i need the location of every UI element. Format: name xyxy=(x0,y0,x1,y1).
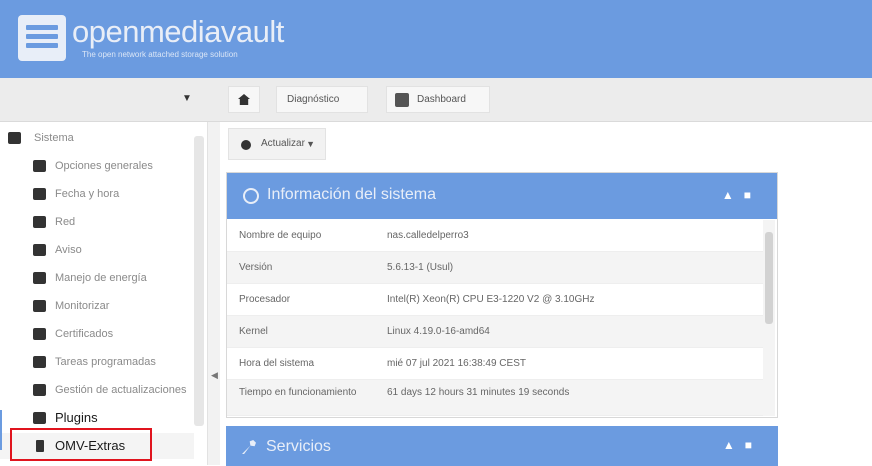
logo-tagline: The open network attached storage soluti… xyxy=(82,50,238,59)
sidebar-item-label: Sistema xyxy=(34,132,74,144)
sidebar-item-red[interactable]: Red xyxy=(0,209,194,235)
selection-indicator xyxy=(0,410,2,450)
breadcrumb-dashboard[interactable]: Dashboard xyxy=(386,86,490,113)
refresh-icon xyxy=(241,140,251,150)
sidebar-item-label: Opciones generales xyxy=(55,160,153,172)
sidebar-splitter[interactable] xyxy=(208,122,220,465)
sidebar-item-label: Fecha y hora xyxy=(55,188,120,200)
breadcrumb-diagnostico[interactable]: Diagnóstico xyxy=(276,86,368,113)
sidebar-item-aviso[interactable]: Aviso xyxy=(0,237,194,263)
battery-icon xyxy=(33,272,46,284)
panel-tools[interactable]: ▲■ xyxy=(722,188,761,202)
breadcrumb-dashboard-label: Dashboard xyxy=(417,94,466,105)
table-row: Hora del sistema mié 07 jul 2021 16:38:4… xyxy=(227,348,763,380)
sidebar-item-label: Red xyxy=(55,216,76,228)
row-value: nas.calledelperro3 xyxy=(387,230,469,241)
table-row: Tiempo en funcionamiento 61 days 12 hour… xyxy=(227,380,763,416)
toolbar: ▼ Diagnóstico Dashboard xyxy=(0,78,872,122)
services-panel: Servicios ▲■ xyxy=(226,426,778,466)
sidebar-item-monitorizar[interactable]: Monitorizar xyxy=(0,293,194,319)
collapse-sidebar-button[interactable]: ▼ xyxy=(180,92,194,106)
update-button[interactable]: Actualizar ▼ xyxy=(228,128,326,160)
row-value: 5.6.13-1 (Usul) xyxy=(387,262,454,273)
sidebar-item-certificados[interactable]: Certificados xyxy=(0,321,194,347)
panel-tools[interactable]: ▲■ xyxy=(723,438,762,452)
dashboard-icon xyxy=(395,93,409,107)
wrench-icon xyxy=(242,440,256,454)
home-icon xyxy=(238,94,250,105)
breadcrumb-home[interactable] xyxy=(228,86,260,113)
sidebar-item-label: Certificados xyxy=(55,328,114,340)
table-row: Nombre de equipo nas.calledelperro3 xyxy=(227,220,763,252)
panel-title: Información del sistema xyxy=(267,186,436,203)
sidebar-item-label: Gestión de actualizaciones xyxy=(55,384,187,396)
row-value: mié 07 jul 2021 16:38:49 CEST xyxy=(387,358,526,369)
sidebar-item-manejo-energia[interactable]: Manejo de energía xyxy=(0,265,194,291)
table-row: Procesador Intel(R) Xeon(R) CPU E3-1220 … xyxy=(227,284,763,316)
clock-icon xyxy=(33,188,46,200)
logo-icon xyxy=(18,15,66,61)
info-icon xyxy=(243,188,259,204)
sidebar-scrollbar[interactable] xyxy=(194,136,204,426)
highlight-box xyxy=(10,428,152,461)
update-button-label: Actualizar xyxy=(261,138,305,149)
table-row: Kernel Linux 4.19.0-16-amd64 xyxy=(227,316,763,348)
panel-scrollbar[interactable] xyxy=(763,220,775,416)
row-value: 61 days 12 hours 31 minutes 19 seconds xyxy=(387,387,570,398)
sidebar-item-tareas-programadas[interactable]: Tareas programadas xyxy=(0,349,194,375)
row-key: Nombre de equipo xyxy=(239,230,322,241)
logo-text: openmediavault xyxy=(72,14,284,49)
chevron-down-icon[interactable]: ▼ xyxy=(306,129,315,159)
sidebar-item-gestion-actualizaciones[interactable]: Gestión de actualizaciones xyxy=(0,377,194,403)
row-key: Versión xyxy=(239,262,273,273)
table-row: Versión 5.6.13-1 (Usul) xyxy=(227,252,763,284)
puzzle-icon xyxy=(33,412,46,424)
heart-icon xyxy=(33,300,46,312)
row-key: Hora del sistema xyxy=(239,358,315,369)
sidebar-item-opciones-generales[interactable]: Opciones generales xyxy=(0,153,194,179)
system-info-panel: Información del sistema ▲■ Nombre de equ… xyxy=(226,172,778,418)
sidebar-item-label: Aviso xyxy=(55,244,82,256)
sidebar-item-fecha-hora[interactable]: Fecha y hora xyxy=(0,181,194,207)
calendar-icon xyxy=(33,356,46,368)
sidebar-item-label: Manejo de energía xyxy=(55,272,147,284)
refresh-icon xyxy=(33,384,46,396)
row-key: Tiempo en funcionamiento xyxy=(239,387,357,398)
scrollbar-thumb[interactable] xyxy=(765,232,773,324)
main-content: Actualizar ▼ Información del sistema ▲■ … xyxy=(220,122,872,466)
envelope-icon xyxy=(33,244,46,256)
splitter-arrow-icon[interactable]: ◀ xyxy=(211,370,218,381)
gear-icon xyxy=(8,132,21,144)
row-key: Procesador xyxy=(239,294,291,305)
panel-header: Información del sistema ▲■ xyxy=(227,173,777,219)
network-icon xyxy=(33,216,46,228)
panel-title: Servicios xyxy=(266,438,331,455)
sidebar-item-sistema[interactable]: Sistema xyxy=(0,125,194,151)
sidebar-nav: Sistema Opciones generales Fecha y hora … xyxy=(0,122,208,465)
sidebar-item-label: Tareas programadas xyxy=(55,356,156,368)
sidebar-item-label: Monitorizar xyxy=(55,300,110,312)
row-value: Linux 4.19.0-16-amd64 xyxy=(387,326,490,337)
row-key: Kernel xyxy=(239,326,268,337)
certificate-icon xyxy=(33,328,46,340)
app-header: openmediavault The open network attached… xyxy=(0,0,872,78)
row-value: Intel(R) Xeon(R) CPU E3-1220 V2 @ 3.10GH… xyxy=(387,294,595,305)
wrench-icon xyxy=(33,160,46,172)
